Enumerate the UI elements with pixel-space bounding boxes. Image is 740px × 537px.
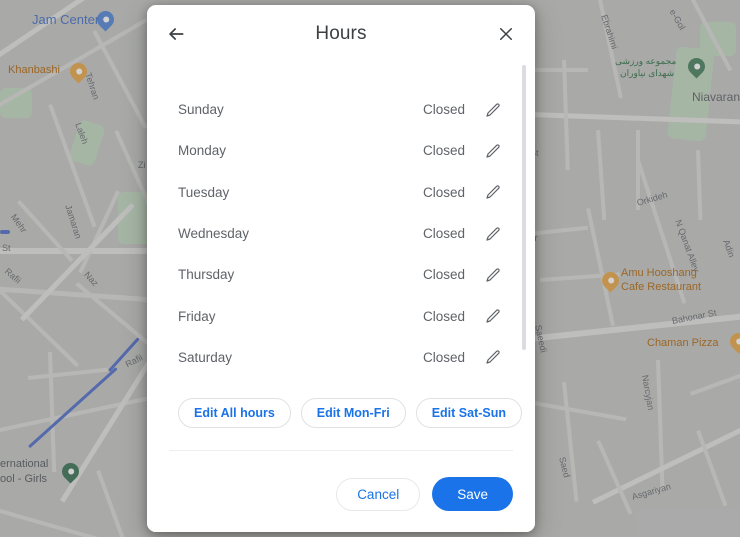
edit-all-hours-button[interactable]: Edit All hours — [178, 398, 291, 429]
pencil-icon[interactable] — [482, 99, 504, 121]
day-label: Tuesday — [178, 184, 230, 200]
road-segment — [562, 382, 579, 502]
hours-row: Wednesday Closed — [178, 213, 504, 254]
row-right: Closed — [423, 305, 504, 327]
scrollbar-thumb[interactable] — [522, 65, 526, 350]
row-right: Closed — [423, 181, 504, 203]
hours-row: Sunday Closed — [178, 89, 504, 130]
map-street-label: St — [2, 243, 11, 253]
day-status: Closed — [422, 143, 465, 159]
day-status: Closed — [422, 226, 465, 242]
edit-sat-sun-button[interactable]: Edit Sat-Sun — [415, 398, 523, 429]
map-poi-label[interactable]: مجموعه ورزشی — [615, 56, 676, 67]
map-poi-label[interactable]: Cafe Restaurant — [621, 281, 701, 293]
road-segment — [48, 352, 57, 473]
close-icon[interactable] — [491, 19, 521, 49]
road-segment — [28, 367, 108, 380]
hours-row: Thursday Closed — [178, 254, 504, 295]
quick-edit-buttons: Edit All hours Edit Mon-Fri Edit Sat-Sun — [147, 378, 535, 429]
map-street-label: Jamaran — [63, 203, 84, 240]
cancel-button[interactable]: Cancel — [336, 477, 421, 511]
day-status: Closed — [422, 308, 465, 324]
map-poi-label[interactable]: Chaman Pizza — [647, 337, 719, 349]
road-segment — [92, 30, 148, 130]
road-segment — [527, 400, 627, 422]
pencil-icon[interactable] — [482, 264, 504, 286]
map-street-label: Mehr — [8, 212, 29, 235]
road-segment — [0, 506, 125, 537]
pencil-icon[interactable] — [482, 181, 504, 203]
hours-row: Friday Closed — [178, 295, 504, 336]
map-street-label: Adin — [721, 238, 737, 259]
day-label: Wednesday — [178, 226, 250, 242]
hours-list: Sunday Closed Monday Closed Tuesday Closed Wed… — [147, 63, 535, 378]
pencil-icon[interactable] — [482, 140, 504, 162]
hours-dialog: Hours Sunday Closed Monday Closed Tuesday Clo… — [147, 5, 535, 532]
map-street-label: Asgariyan — [630, 481, 672, 502]
map-poi-label[interactable]: Khanbashi — [8, 64, 60, 76]
save-button[interactable]: Save — [432, 477, 513, 511]
map-poi-label[interactable]: Niavaran — [692, 90, 740, 104]
scrollbar-track[interactable] — [522, 65, 526, 458]
dialog-header: Hours — [147, 5, 535, 63]
map-poi-label[interactable]: Jam Center — [32, 12, 99, 27]
map-poi-label[interactable]: ernational — [0, 458, 48, 470]
day-status: Closed — [422, 349, 465, 365]
map-pin-icon[interactable] — [58, 459, 83, 484]
pencil-icon[interactable] — [482, 305, 504, 327]
hours-row: Tuesday Closed — [178, 172, 504, 213]
edit-mon-fri-button[interactable]: Edit Mon-Fri — [300, 398, 406, 429]
map-poi-label[interactable]: شهدای نیاوران — [620, 68, 674, 79]
back-arrow-icon[interactable] — [161, 19, 191, 49]
dialog-footer: Cancel Save — [147, 460, 535, 532]
day-label: Thursday — [178, 267, 235, 283]
day-status: Closed — [422, 102, 465, 118]
day-label: Saturday — [178, 349, 233, 365]
pencil-icon[interactable] — [482, 346, 504, 368]
clipped-text-area: Add more hours — [147, 451, 535, 460]
route-line — [0, 230, 10, 234]
day-status: Closed — [422, 267, 465, 283]
road-segment — [529, 112, 740, 125]
page-title: Hours — [315, 23, 367, 44]
hours-row: Monday Closed — [178, 130, 504, 171]
map-street-label: Rafii — [123, 352, 145, 370]
row-right: Closed — [423, 223, 504, 245]
dialog-scroll-body: Sunday Closed Monday Closed Tuesday Closed Wed… — [147, 63, 535, 460]
day-status: Closed — [422, 184, 465, 200]
row-right: Closed — [423, 264, 504, 286]
map-street-label: Ebrahimi — [599, 13, 620, 51]
map-poi-label[interactable]: ool - Girls — [0, 473, 47, 485]
row-right: Closed — [423, 99, 504, 121]
map-pin-icon[interactable] — [726, 329, 740, 354]
map-poi-label[interactable]: Amu Hooshang — [621, 267, 697, 279]
row-right: Closed — [423, 346, 504, 368]
day-label: Sunday — [178, 102, 224, 118]
road-segment — [690, 371, 740, 396]
road-segment — [96, 470, 135, 537]
road-segment — [528, 68, 588, 72]
map-street-label: Zi — [138, 160, 146, 170]
map-street-label: N Qanat Alley — [673, 218, 702, 274]
pencil-icon[interactable] — [482, 223, 504, 245]
day-label: Friday — [178, 308, 216, 324]
map-street-label: Naz — [82, 269, 101, 289]
row-right: Closed — [423, 140, 504, 162]
road-segment — [596, 130, 607, 221]
map-street-label: e-Gol — [667, 7, 688, 32]
scroll-content: Sunday Closed Monday Closed Tuesday Closed Wed… — [147, 63, 535, 460]
day-label: Monday — [178, 143, 227, 159]
road-segment — [696, 150, 703, 221]
hours-row: Saturday Closed — [178, 337, 504, 378]
map-street-label: Narcyjan — [640, 374, 657, 411]
map-street-label: Rafii — [2, 266, 24, 286]
road-segment — [596, 440, 633, 515]
road-segment — [586, 208, 615, 327]
